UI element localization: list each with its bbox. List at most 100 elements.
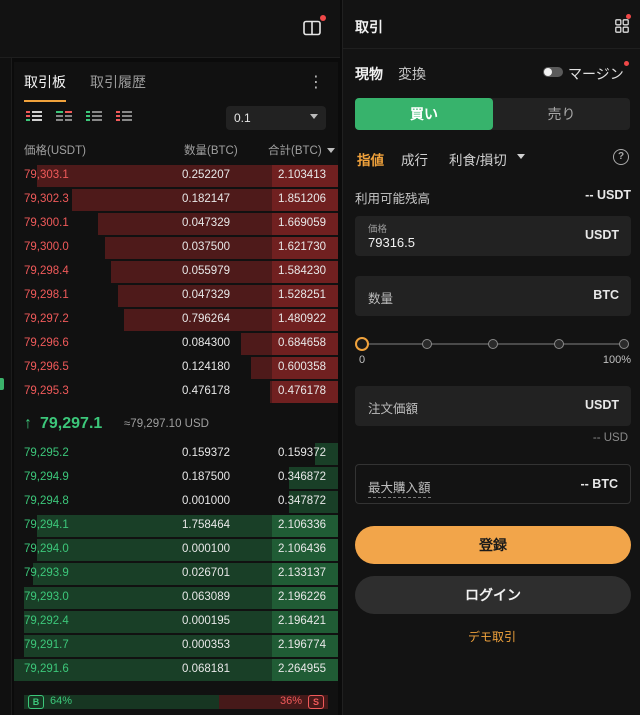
mid-price: ↑ 79,297.1 ≈79,297.10 USD [24, 412, 334, 438]
sell-badge: S [308, 695, 324, 709]
view-bids-icon[interactable] [86, 110, 102, 124]
tab-limit[interactable]: 指値 [357, 149, 384, 169]
bid-row[interactable]: 79,295.2 0.159372 0.159372 [14, 442, 338, 466]
header-amount: 数量(BTC) [184, 145, 238, 157]
login-button[interactable]: ログイン [355, 576, 631, 614]
ask-row[interactable]: 79,298.1 0.047329 1.528251 [14, 284, 338, 308]
bid-price: 79,294.9 [24, 471, 69, 483]
order-type-tabs: 指値 成行 利食/損切 ? [357, 149, 632, 169]
ask-price: 79,296.6 [24, 337, 69, 349]
tab-trade-history[interactable]: 取引履歴 [90, 72, 146, 102]
last-price: 79,297.1 [40, 415, 103, 432]
ask-amount: 0.796264 [182, 313, 230, 325]
view-both-icon[interactable] [26, 110, 42, 124]
divider [343, 48, 640, 49]
ask-row[interactable]: 79,296.6 0.084300 0.684658 [14, 332, 338, 356]
ask-total: 2.103413 [278, 169, 326, 181]
slider-step[interactable] [619, 339, 629, 349]
ask-row[interactable]: 79,302.3 0.182147 1.851206 [14, 188, 338, 212]
view-columns-icon[interactable] [56, 110, 72, 124]
tab-tpsl[interactable]: 利食/損切 [449, 149, 507, 169]
ask-price: 79,296.5 [24, 361, 69, 373]
bid-amount: 1.758464 [182, 519, 230, 531]
sell-tab[interactable]: 売り [493, 98, 630, 130]
margin-toggle-switch[interactable] [543, 67, 563, 77]
bid-row[interactable]: 79,291.6 0.068181 2.264955 [14, 658, 338, 682]
ask-total: 0.600358 [278, 361, 326, 373]
bid-row[interactable]: 79,292.4 0.000195 2.196421 [14, 610, 338, 634]
grid-icon[interactable] [615, 19, 629, 33]
quantity-unit: BTC [593, 288, 619, 302]
order-value-input[interactable]: 注文価額 USDT [355, 386, 631, 426]
demo-trading-link[interactable]: デモ取引 [343, 628, 640, 645]
ask-row[interactable]: 79,300.1 0.047329 1.669059 [14, 212, 338, 236]
chevron-down-icon[interactable] [517, 154, 525, 159]
ask-amount: 0.476178 [182, 385, 230, 397]
quantity-input[interactable]: 数量 BTC [355, 276, 631, 316]
precision-select[interactable]: 0.1 [226, 106, 326, 130]
ask-amount: 0.124180 [182, 361, 230, 373]
ask-total: 1.851206 [278, 193, 326, 205]
notification-dot [320, 15, 326, 21]
bid-price: 79,293.0 [24, 591, 69, 603]
bid-price: 79,294.0 [24, 543, 69, 555]
ask-row[interactable]: 79,303.1 0.252207 2.103413 [14, 164, 338, 188]
slider-max-label: 100% [602, 354, 631, 366]
order-value-unit: USDT [584, 398, 619, 412]
bid-price: 79,294.1 [24, 519, 69, 531]
bid-total: 2.196421 [278, 615, 326, 627]
bid-row[interactable]: 79,291.7 0.000353 2.196774 [14, 634, 338, 658]
bid-price: 79,293.9 [24, 567, 69, 579]
bid-row[interactable]: 79,294.9 0.187500 0.346872 [14, 466, 338, 490]
bid-row[interactable]: 79,294.1 1.758464 2.106336 [14, 514, 338, 538]
help-icon[interactable]: ? [613, 149, 629, 165]
bid-total: 2.106336 [278, 519, 326, 531]
ask-row[interactable]: 79,295.3 0.476178 0.476178 [14, 380, 338, 404]
amount-slider[interactable]: 0 100% [355, 336, 631, 366]
price-unit: USDT [584, 228, 619, 242]
available-label: 利用可能残高 [355, 192, 431, 206]
slider-thumb[interactable] [355, 337, 369, 351]
ask-row[interactable]: 79,297.2 0.796264 1.480922 [14, 308, 338, 332]
arrow-up-icon: ↑ [24, 415, 32, 432]
max-buy-value: -- BTC [580, 477, 619, 491]
more-vertical-icon[interactable]: ⋮ [308, 72, 324, 92]
register-button[interactable]: 登録 [355, 526, 631, 564]
header-total-wrap[interactable]: 合計(BTC) [268, 142, 335, 158]
slider-step[interactable] [554, 339, 564, 349]
tab-market[interactable]: 成行 [401, 149, 428, 169]
price-label: 価格 [368, 224, 388, 235]
ask-total: 1.528251 [278, 289, 326, 301]
ask-amount: 0.252207 [182, 169, 230, 181]
view-asks-icon[interactable] [116, 110, 132, 124]
bid-row[interactable]: 79,294.0 0.000100 2.106436 [14, 538, 338, 562]
chart-edge-strip [0, 58, 12, 715]
tab-orderbook[interactable]: 取引板 [24, 72, 66, 102]
max-buy-label[interactable]: 最大購入額 [368, 477, 431, 498]
tab-convert[interactable]: 変換 [398, 64, 426, 84]
orderbook-tabs: 取引板 取引履歴 [24, 72, 146, 102]
tab-spot[interactable]: 現物 [355, 64, 383, 84]
book-icon[interactable] [303, 20, 321, 36]
margin-label: マージン [568, 66, 624, 82]
bid-amount: 0.001000 [182, 495, 230, 507]
ask-row[interactable]: 79,296.5 0.124180 0.600358 [14, 356, 338, 380]
available-value: -- USDT [585, 188, 631, 202]
bid-row[interactable]: 79,294.8 0.001000 0.347872 [14, 490, 338, 514]
ask-amount: 0.084300 [182, 337, 230, 349]
slider-step[interactable] [422, 339, 432, 349]
ask-price: 79,300.0 [24, 241, 69, 253]
bid-row[interactable]: 79,293.0 0.063089 2.196226 [14, 586, 338, 610]
sell-ratio-pct: 36% [279, 695, 302, 707]
price-input[interactable]: 価格 79316.5 USDT [355, 216, 631, 256]
buy-tab[interactable]: 買い [355, 98, 493, 130]
bid-total: 0.346872 [278, 471, 326, 483]
ask-row[interactable]: 79,300.0 0.037500 1.621730 [14, 236, 338, 260]
buy-sell-ratio: B 64% 36% S [24, 692, 328, 710]
bid-row[interactable]: 79,293.9 0.026701 2.133137 [14, 562, 338, 586]
bid-amount: 0.026701 [182, 567, 230, 579]
slider-step[interactable] [488, 339, 498, 349]
ask-row[interactable]: 79,298.4 0.055979 1.584230 [14, 260, 338, 284]
order-value-label: 注文価額 [368, 402, 419, 416]
left-panel: 取引板 取引履歴 ⋮ 0.1 価格(USDT) 数量(BTC) 合計(BTC) … [0, 0, 340, 715]
